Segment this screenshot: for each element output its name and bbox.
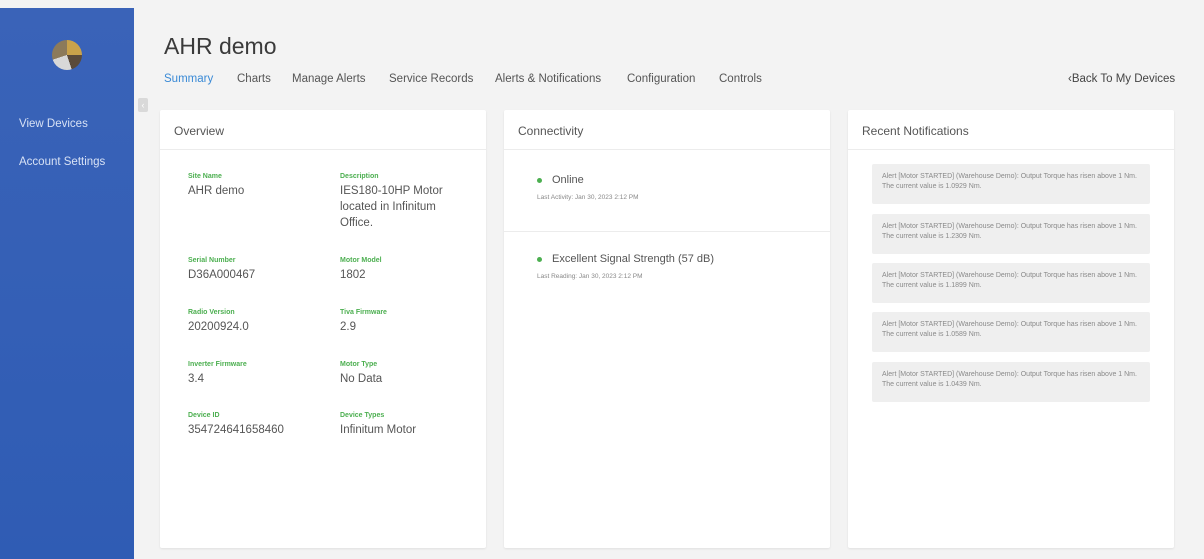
- field-label: Tiva Firmware: [340, 309, 387, 316]
- notification-item[interactable]: Alert [Motor STARTED] (Warehouse Demo): …: [872, 164, 1150, 204]
- tab-controls[interactable]: Controls: [719, 73, 762, 85]
- notifications-title: Recent Notifications: [848, 110, 1174, 150]
- field-label: Device Types: [340, 412, 385, 419]
- avatar[interactable]: [52, 40, 82, 70]
- field-value: No Data: [340, 373, 383, 385]
- sidebar-item-view-devices[interactable]: View Devices: [19, 118, 88, 130]
- notification-item[interactable]: Alert [Motor STARTED] (Warehouse Demo): …: [872, 214, 1150, 254]
- last-reading: Last Reading: Jan 30, 2023 2:12 PM: [537, 273, 643, 280]
- field-label: Device ID: [188, 412, 220, 419]
- back-to-devices-link[interactable]: ‹Back To My Devices: [1068, 73, 1175, 85]
- signal-strength: Excellent Signal Strength (57 dB): [552, 253, 715, 265]
- signal-status-icon: [537, 257, 542, 262]
- sidebar-item-account-settings[interactable]: Account Settings: [19, 156, 105, 168]
- field-label: Motor Model: [340, 257, 382, 264]
- device-id-field: Device ID 354724641658460: [188, 412, 328, 438]
- connectivity-card: Connectivity Online Last Activity: Jan 3…: [504, 110, 830, 548]
- field-value: 1802: [340, 269, 366, 281]
- page-title: AHR demo: [164, 33, 277, 59]
- tab-alerts-notifications[interactable]: Alerts & Notifications: [495, 73, 601, 85]
- field-value: Infinitum Motor: [340, 424, 417, 436]
- field-value: 20200924.0: [188, 321, 249, 333]
- online-status-icon: [537, 178, 542, 183]
- tab-manage-alerts[interactable]: Manage Alerts: [292, 73, 366, 85]
- field-value: D36A000467: [188, 269, 256, 281]
- field-value: 2.9: [340, 321, 356, 333]
- tab-configuration[interactable]: Configuration: [627, 73, 695, 85]
- field-label: Motor Type: [340, 361, 378, 368]
- inverter-firmware-field: Inverter Firmware 3.4: [188, 361, 328, 387]
- description-field: Description IES180-10HP Motor located in…: [340, 173, 460, 231]
- notifications-card: Recent Notifications Alert [Motor STARTE…: [848, 110, 1174, 548]
- serial-number-field: Serial Number D36A000467: [188, 257, 328, 283]
- motor-model-field: Motor Model 1802: [340, 257, 460, 283]
- field-value: 354724641658460: [188, 424, 284, 436]
- field-value: IES180-10HP Motor located in Infinitum O…: [340, 185, 443, 229]
- field-label: Inverter Firmware: [188, 361, 247, 368]
- field-label: Serial Number: [188, 257, 236, 264]
- field-value: 3.4: [188, 373, 204, 385]
- notification-item[interactable]: Alert [Motor STARTED] (Warehouse Demo): …: [872, 362, 1150, 402]
- tab-summary[interactable]: Summary: [164, 73, 213, 85]
- online-status: Online: [552, 174, 584, 186]
- motor-type-field: Motor Type No Data: [340, 361, 460, 387]
- last-activity: Last Activity: Jan 30, 2023 2:12 PM: [537, 194, 639, 201]
- field-label: Site Name: [188, 173, 222, 180]
- overview-title: Overview: [160, 110, 486, 150]
- site-name-field: Site Name AHR demo: [188, 173, 328, 199]
- sidebar: View Devices Account Settings: [0, 8, 134, 559]
- divider: [504, 231, 830, 232]
- radio-version-field: Radio Version 20200924.0: [188, 309, 328, 335]
- tab-service-records[interactable]: Service Records: [389, 73, 473, 85]
- overview-card: Overview Site Name AHR demo Description …: [160, 110, 486, 548]
- notification-item[interactable]: Alert [Motor STARTED] (Warehouse Demo): …: [872, 263, 1150, 303]
- device-types-field: Device Types Infinitum Motor: [340, 412, 460, 438]
- tiva-firmware-field: Tiva Firmware 2.9: [340, 309, 460, 335]
- connectivity-title: Connectivity: [504, 110, 830, 150]
- field-label: Description: [340, 173, 379, 180]
- field-label: Radio Version: [188, 309, 235, 316]
- field-value: AHR demo: [188, 185, 245, 197]
- notification-item[interactable]: Alert [Motor STARTED] (Warehouse Demo): …: [872, 312, 1150, 352]
- tab-charts[interactable]: Charts: [237, 73, 271, 85]
- sidebar-collapse-icon[interactable]: ‹: [138, 98, 148, 112]
